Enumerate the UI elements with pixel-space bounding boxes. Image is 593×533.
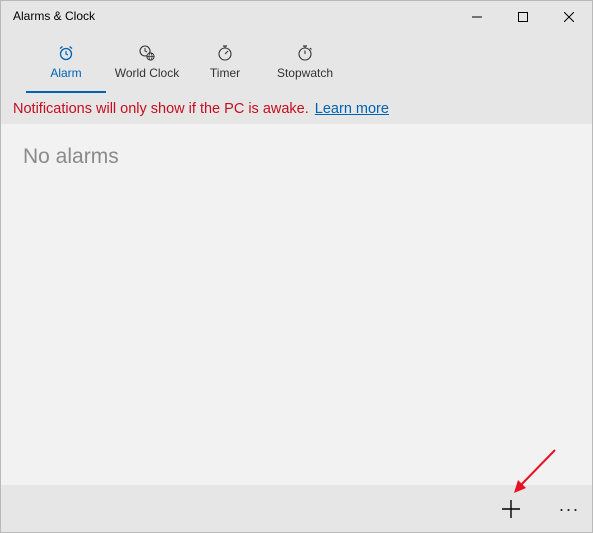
maximize-icon bbox=[518, 12, 528, 22]
add-alarm-button[interactable] bbox=[489, 489, 533, 529]
minimize-button[interactable] bbox=[454, 1, 500, 33]
app-header: Alarms & Clock Alarm World Clock Timer S… bbox=[1, 1, 592, 124]
timer-icon bbox=[218, 45, 232, 61]
stopwatch-icon bbox=[298, 45, 312, 61]
learn-more-link[interactable]: Learn more bbox=[315, 101, 389, 117]
close-icon bbox=[564, 12, 574, 22]
notification-warning: Notifications will only show if the PC i… bbox=[13, 101, 389, 117]
active-tab-indicator bbox=[26, 91, 106, 93]
alarm-clock-icon bbox=[59, 45, 73, 61]
alarm-list-area: No alarms bbox=[1, 124, 592, 484]
tab-alarm[interactable]: Alarm bbox=[26, 41, 106, 93]
tab-world-clock[interactable]: World Clock bbox=[112, 41, 182, 93]
tab-timer[interactable]: Timer bbox=[199, 41, 251, 93]
empty-state-message: No alarms bbox=[23, 145, 119, 168]
maximize-button[interactable] bbox=[500, 1, 546, 33]
tab-label: Timer bbox=[209, 66, 241, 80]
tab-label: World Clock bbox=[114, 66, 180, 80]
notification-warning-text: Notifications will only show if the PC i… bbox=[13, 101, 309, 117]
window-title: Alarms & Clock bbox=[13, 9, 96, 23]
title-bar[interactable]: Alarms & Clock bbox=[1, 1, 592, 33]
tab-label: Stopwatch bbox=[276, 66, 334, 80]
minimize-icon bbox=[472, 16, 482, 18]
tab-label: Alarm bbox=[50, 66, 82, 80]
plus-icon bbox=[502, 500, 520, 518]
tab-stopwatch[interactable]: Stopwatch bbox=[268, 41, 342, 93]
app-window: Alarms & Clock Alarm World Clock Timer S… bbox=[0, 0, 593, 533]
more-options-button[interactable]: ··· bbox=[549, 489, 589, 529]
command-bar: ··· bbox=[1, 485, 592, 532]
close-button[interactable] bbox=[546, 1, 592, 33]
world-clock-icon bbox=[139, 45, 155, 61]
